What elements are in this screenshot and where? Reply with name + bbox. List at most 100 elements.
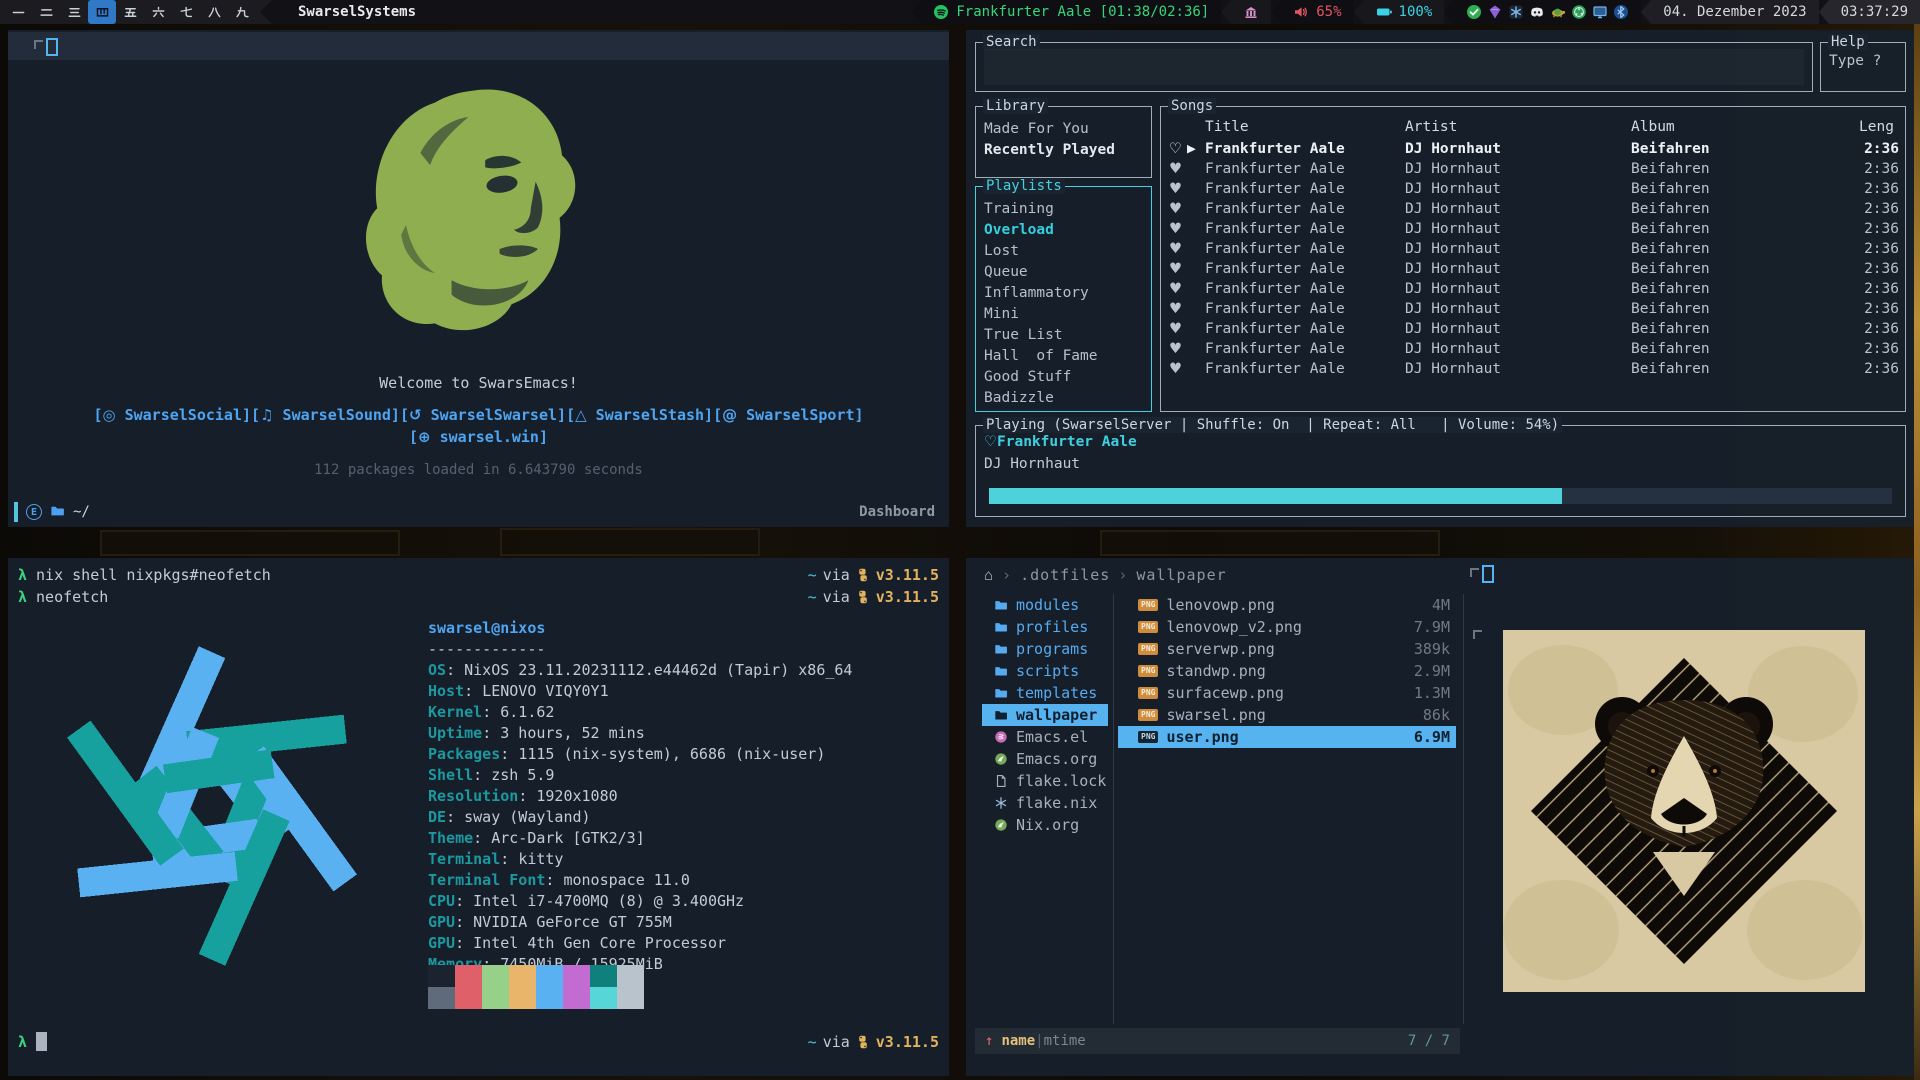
workspace-9[interactable] xyxy=(228,0,256,24)
file-row[interactable]: PNG swarsel.png 86k xyxy=(1118,704,1456,726)
playlist-item[interactable]: Hall of Fame xyxy=(984,346,1147,367)
search-input[interactable] xyxy=(984,49,1804,85)
favorite-heart-icon[interactable]: ♡ xyxy=(1169,139,1187,159)
favorite-heart-icon[interactable]: ♥ xyxy=(1169,179,1187,199)
favorite-heart-icon[interactable]: ♥ xyxy=(1169,319,1187,339)
now-playing-module[interactable]: Frankfurter Aale [01:38/02:36] xyxy=(921,0,1221,24)
file-manager-status-bar: ↑ name | mtime 7 / 7 xyxy=(975,1028,1460,1054)
dashboard-button[interactable]: ↺ SwarselSwarsel xyxy=(400,406,566,424)
display-icon[interactable] xyxy=(1592,4,1608,20)
date-module[interactable]: 04. Dezember 2023 xyxy=(1651,0,1818,24)
favorite-heart-icon[interactable]: ♥ xyxy=(1169,339,1187,359)
volume-module[interactable]: 65% xyxy=(1281,0,1353,24)
tray-building-module[interactable] xyxy=(1231,0,1271,24)
song-row[interactable]: ♥ Frankfurter Aale DJ Hornhaut Beifahren… xyxy=(1169,159,1899,179)
file-row[interactable]: PNG surfacewp.png 1.3M xyxy=(1118,682,1456,704)
directory-row[interactable]: profiles xyxy=(982,616,1108,638)
favorite-heart-icon[interactable]: ♥ xyxy=(1169,279,1187,299)
directory-row[interactable]: modules xyxy=(982,594,1108,616)
terminal-window[interactable]: λ nix shell nixpkgs#neofetch ~ via v3.11… xyxy=(8,558,949,1076)
song-row[interactable]: ♥ Frankfurter Aale DJ Hornhaut Beifahren… xyxy=(1169,199,1899,219)
progress-bar[interactable] xyxy=(989,488,1892,504)
dashboard-button[interactable]: @ SwarselSport xyxy=(713,406,863,424)
dashboard-button[interactable]: ♫ SwarselSound xyxy=(251,406,400,424)
playlist-item[interactable]: Badizzle xyxy=(984,388,1147,409)
file-row[interactable]: PNG user.png 6.9M xyxy=(1118,726,1456,748)
check-icon[interactable] xyxy=(1466,4,1482,20)
workspace-7[interactable] xyxy=(172,0,200,24)
nix-snowflake-icon[interactable] xyxy=(1508,4,1524,20)
song-row[interactable]: ♥ Frankfurter Aale DJ Hornhaut Beifahren… xyxy=(1169,219,1899,239)
song-row[interactable]: ♡ ▶ Frankfurter Aale DJ Hornhaut Beifahr… xyxy=(1169,139,1899,159)
workspace-2[interactable] xyxy=(32,0,60,24)
workspace-5[interactable] xyxy=(116,0,144,24)
song-album: Beifahren xyxy=(1631,259,1851,279)
playlist-item[interactable]: Overload xyxy=(984,220,1147,241)
file-row[interactable]: PNG serverwp.png 389k xyxy=(1118,638,1456,660)
directory-row[interactable]: wallpaper xyxy=(982,704,1108,726)
directory-row[interactable]: Emacs.el xyxy=(982,726,1108,748)
favorite-heart-icon[interactable]: ♥ xyxy=(1169,219,1187,239)
playlist-item[interactable]: True List xyxy=(984,325,1147,346)
dashboard-button[interactable]: ◎ SwarselSocial xyxy=(93,406,251,424)
breadcrumb-part[interactable]: .dotfiles xyxy=(1020,566,1110,584)
workspace-4[interactable] xyxy=(88,0,116,24)
playlist-item[interactable]: Training xyxy=(984,199,1147,220)
terminal-prompt-line[interactable]: λ ~ via v3.11.5 xyxy=(18,1032,939,1051)
playlist-item[interactable]: Mini xyxy=(984,304,1147,325)
directory-row[interactable]: programs xyxy=(982,638,1108,660)
gem-icon[interactable] xyxy=(1487,4,1503,20)
directory-row[interactable]: Nix.org xyxy=(982,814,1108,836)
syncthing-icon[interactable] xyxy=(1571,4,1587,20)
playlist-item[interactable]: Good Stuff xyxy=(984,367,1147,388)
directory-row[interactable]: flake.nix xyxy=(982,792,1108,814)
song-row[interactable]: ♥ Frankfurter Aale DJ Hornhaut Beifahren… xyxy=(1169,279,1899,299)
file-row[interactable]: PNG standwp.png 2.9M xyxy=(1118,660,1456,682)
song-row[interactable]: ♥ Frankfurter Aale DJ Hornhaut Beifahren… xyxy=(1169,259,1899,279)
search-box[interactable]: Search xyxy=(975,42,1813,92)
workspace-6[interactable] xyxy=(144,0,172,24)
favorite-heart-icon[interactable]: ♥ xyxy=(1169,239,1187,259)
bluetooth-icon[interactable] xyxy=(1613,4,1629,20)
battery-module[interactable]: 100% xyxy=(1364,0,1445,24)
favorite-heart-icon[interactable]: ♥ xyxy=(1169,299,1187,319)
favorite-heart-icon[interactable]: ♥ xyxy=(1169,359,1187,379)
directory-row[interactable]: templates xyxy=(982,682,1108,704)
discord-icon[interactable] xyxy=(1529,4,1545,20)
clock-module[interactable]: 03:37:29 xyxy=(1829,0,1920,24)
workspace-1[interactable] xyxy=(4,0,32,24)
file-row[interactable]: PNG lenovowp.png 4M xyxy=(1118,594,1456,616)
song-row[interactable]: ♥ Frankfurter Aale DJ Hornhaut Beifahren… xyxy=(1169,319,1899,339)
song-row[interactable]: ♥ Frankfurter Aale DJ Hornhaut Beifahren… xyxy=(1169,239,1899,259)
sort-direction-icon[interactable]: ↑ xyxy=(985,1033,993,1049)
playlist-item[interactable]: Inflammatory xyxy=(984,283,1147,304)
sort-mode-alt[interactable]: mtime xyxy=(1044,1033,1086,1049)
favorite-heart-icon[interactable]: ♥ xyxy=(1169,159,1187,179)
sort-mode[interactable]: name xyxy=(1001,1033,1035,1049)
directory-row[interactable]: flake.lock xyxy=(982,770,1108,792)
home-icon[interactable]: ⌂ xyxy=(984,566,994,584)
song-row[interactable]: ♥ Frankfurter Aale DJ Hornhaut Beifahren… xyxy=(1169,359,1899,379)
file-row[interactable]: PNG lenovowp_v2.png 7.9M xyxy=(1118,616,1456,638)
music-player-window[interactable]: Search Help Type ? Library Made For YouR… xyxy=(966,30,1914,527)
breadcrumb-part[interactable]: wallpaper xyxy=(1136,566,1226,584)
favorite-heart-icon[interactable]: ♥ xyxy=(1169,259,1187,279)
playlist-item[interactable]: Queue xyxy=(984,262,1147,283)
dashboard-button[interactable]: ⊕ swarsel.win xyxy=(409,428,548,446)
song-row[interactable]: ♥ Frankfurter Aale DJ Hornhaut Beifahren… xyxy=(1169,339,1899,359)
file-manager-window[interactable]: ⌂›.dotfiles›wallpaper modules pro xyxy=(966,558,1914,1076)
song-row[interactable]: ♥ Frankfurter Aale DJ Hornhaut Beifahren… xyxy=(1169,179,1899,199)
emacs-window[interactable]: Welcome to SwarsEmacs! ◎ SwarselSocial♫ … xyxy=(8,30,949,527)
library-item[interactable]: Made For You xyxy=(984,119,1147,140)
workspace-3[interactable] xyxy=(60,0,88,24)
playlist-item[interactable]: Lost xyxy=(984,241,1147,262)
volume-value: 65% xyxy=(1316,4,1341,20)
dashboard-button[interactable]: △ SwarselStash xyxy=(566,406,713,424)
turtle-icon[interactable] xyxy=(1550,4,1566,20)
song-row[interactable]: ♥ Frankfurter Aale DJ Hornhaut Beifahren… xyxy=(1169,299,1899,319)
directory-row[interactable]: Emacs.org xyxy=(982,748,1108,770)
directory-row[interactable]: scripts xyxy=(982,660,1108,682)
favorite-heart-icon[interactable]: ♥ xyxy=(1169,199,1187,219)
workspace-8[interactable] xyxy=(200,0,228,24)
library-item[interactable]: Recently Played xyxy=(984,140,1147,161)
